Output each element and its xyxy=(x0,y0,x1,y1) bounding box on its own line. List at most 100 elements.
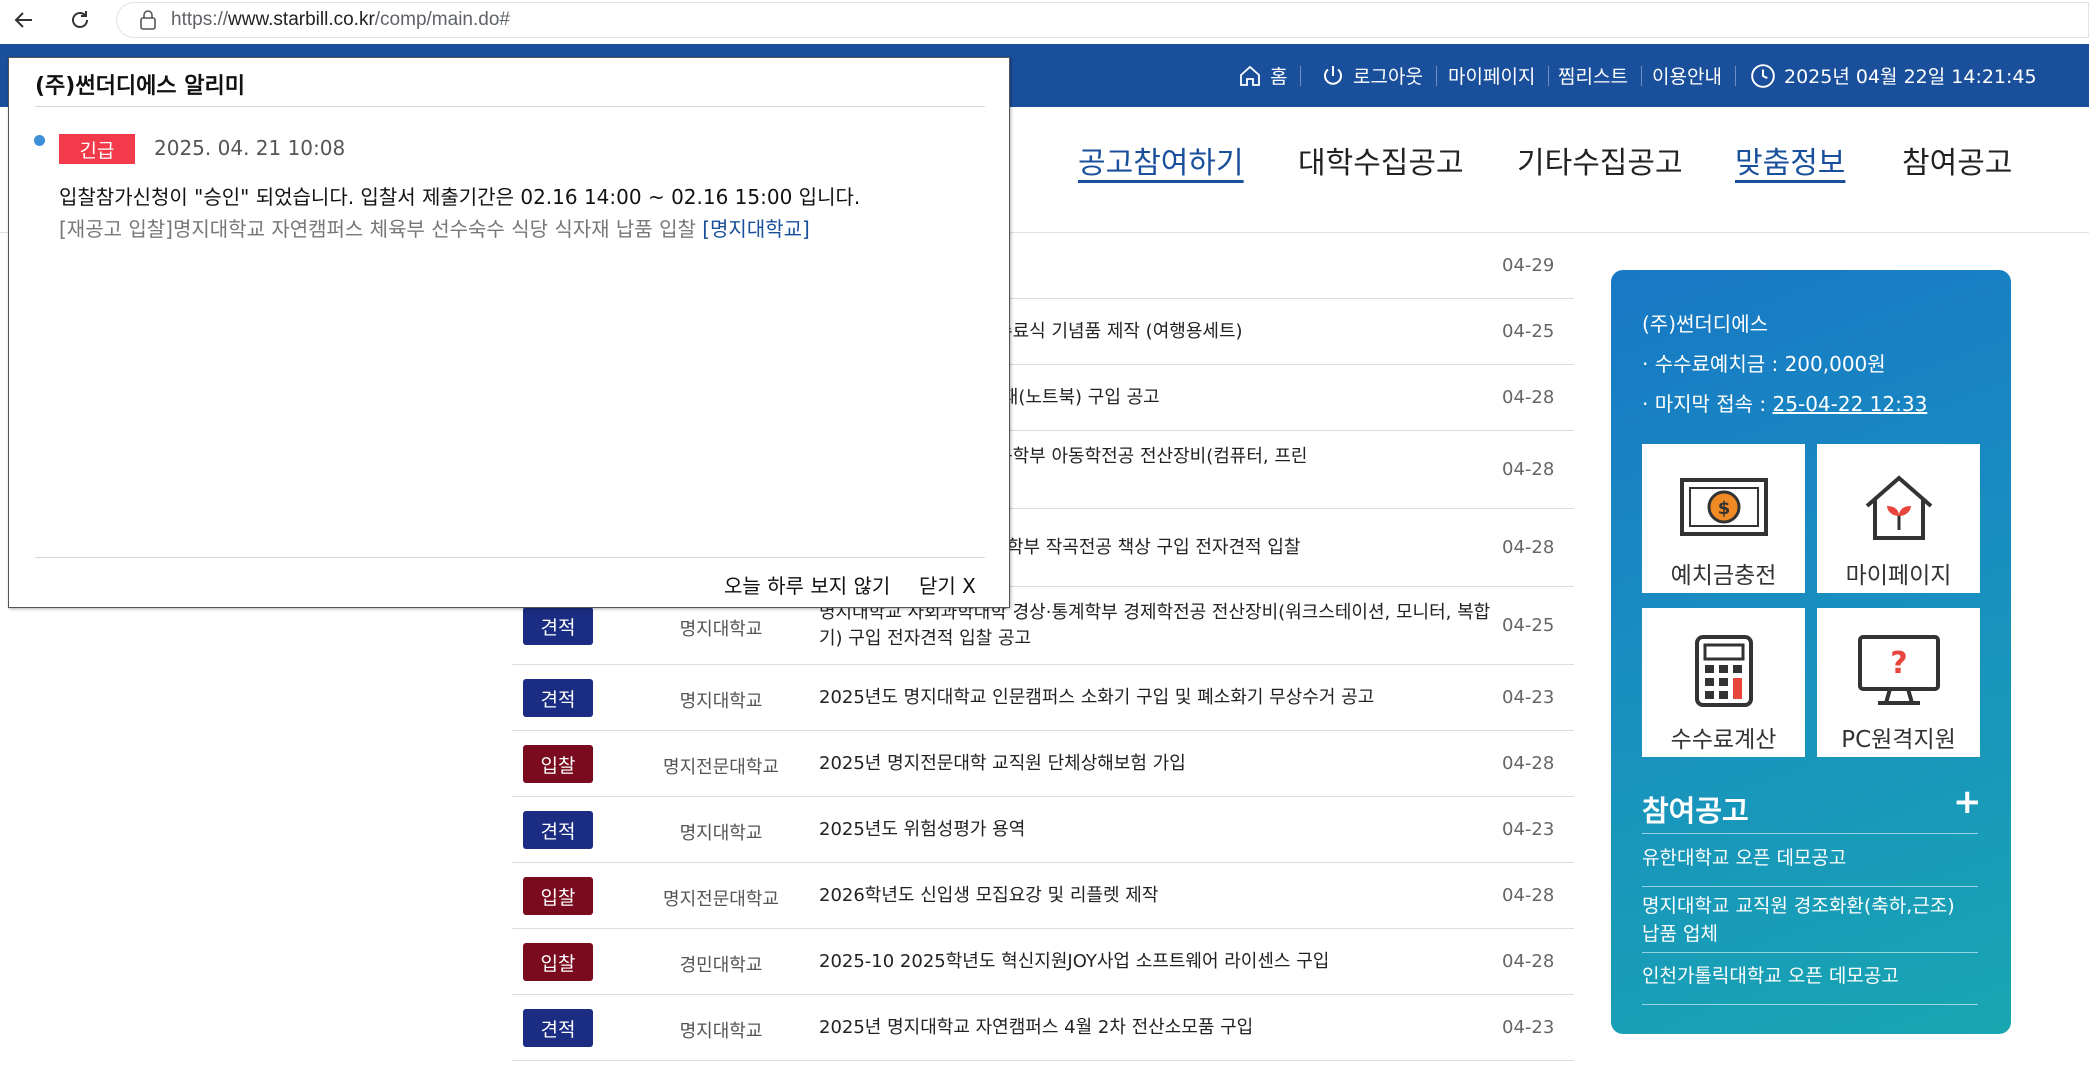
pc-remote-support-button[interactable]: ? PC원격지원 xyxy=(1817,608,1980,757)
mypage-label: 마이페이지 xyxy=(1448,66,1536,88)
account-panel: (주)썬더디에스 · 수수료예치금 : 200,000원 · 마지막 접속 : … xyxy=(1611,270,2011,1034)
fee-calculator-button[interactable]: 수수료계산 xyxy=(1642,608,1805,757)
notice-deadline: 04-28 xyxy=(1502,951,1555,972)
money-icon: $ xyxy=(1679,478,1768,536)
notice-title[interactable]: 2025년도 명지대학교 인문캠퍼스 소화기 구입 및 폐소화기 무상수거 공고 xyxy=(819,685,1424,711)
calculator-icon xyxy=(1694,635,1753,707)
notice-type-badge: 견적 xyxy=(523,1009,593,1047)
clock-icon xyxy=(1751,63,1775,88)
last-access-info: · 마지막 접속 : 25-04-22 12:33 xyxy=(1642,392,1928,416)
logout-link[interactable]: 로그아웃 xyxy=(1321,44,1437,107)
notice-title-line: 2025년도 위험성평가 용역 xyxy=(819,819,1026,840)
svg-text:$: $ xyxy=(1717,498,1730,519)
url-text: https://www.starbill.co.kr/comp/main.do# xyxy=(171,9,510,30)
notice-row[interactable]: 견적 명지대학교 2025년도 명지대학교 인문캠퍼스 소화기 구입 및 폐소화기 … xyxy=(512,665,1574,731)
notice-deadline: 04-28 xyxy=(1502,537,1555,558)
notification-message: 입찰참가신청이 "승인" 되었습니다. 입찰서 제출기간은 02.16 14:0… xyxy=(59,185,861,209)
guide-label: 이용안내 xyxy=(1652,66,1722,88)
monitor-question-icon: ? xyxy=(1857,635,1940,705)
last-access-value: 25-04-22 12:33 xyxy=(1772,392,1928,416)
popup-divider xyxy=(35,557,985,558)
back-button[interactable] xyxy=(6,4,42,36)
house-plant-icon xyxy=(1865,475,1932,540)
notice-institution: 명지전문대학교 xyxy=(663,889,779,910)
close-button[interactable]: 닫기 X xyxy=(919,570,976,599)
browser-toolbar: https://www.starbill.co.kr/comp/main.do# xyxy=(0,0,2089,40)
notice-row[interactable]: 입찰 명지전문대학교 2025년 명지전문대학 교직원 단체상해보험 가입 04-28 xyxy=(512,731,1574,797)
notice-row[interactable]: 입찰 경민대학교 2025-10 2025학년도 혁신지원JOY사업 소프트웨어 라… xyxy=(512,929,1574,995)
notice-institution: 명지대학교 xyxy=(679,1021,763,1042)
wishlist-link[interactable]: 찜리스트 xyxy=(1558,44,1642,107)
guide-link[interactable]: 이용안내 xyxy=(1652,44,1736,107)
divider xyxy=(1642,952,1978,953)
notice-row[interactable]: 견적 명지대학교 2025년 명지대학교 자연캠퍼스 4월 2차 전산소모품 구입 0… xyxy=(512,995,1574,1061)
notice-title-text: [재공고 입찰]명지대학교 자연캠퍼스 체육부 선수숙수 식당 식자재 납품 입… xyxy=(59,217,703,241)
lock-icon xyxy=(140,10,156,30)
menu-bid-participation[interactable]: 공고참여하기 xyxy=(1078,138,1244,182)
notice-type-badge: 입찰 xyxy=(523,745,593,783)
notice-row[interactable]: 입찰 명지전문대학교 2026학년도 신입생 모집요강 및 리플렛 제작 04-28 xyxy=(512,863,1574,929)
notice-title[interactable]: 2025년 명지전문대학 교직원 단체상해보험 가입 xyxy=(819,751,1424,777)
notice-title[interactable]: 2026학년도 신입생 모집요강 및 리플렛 제작 xyxy=(819,883,1424,909)
home-link[interactable]: 홈 xyxy=(1238,44,1302,107)
address-bar[interactable]: https://www.starbill.co.kr/comp/main.do# xyxy=(116,2,2089,38)
notice-title-line: 2025-10 2025학년도 혁신지원JOY사업 소프트웨어 라이센스 구입 xyxy=(819,951,1330,972)
popup-divider xyxy=(35,106,985,107)
unread-dot-icon xyxy=(34,135,45,146)
menu-university-notices[interactable]: 대학수집공고 xyxy=(1298,138,1464,182)
notice-deadline: 04-28 xyxy=(1502,387,1555,408)
divider xyxy=(1642,1004,1978,1005)
wishlist-label: 찜리스트 xyxy=(1558,66,1628,88)
notice-type-badge: 입찰 xyxy=(523,877,593,915)
current-datetime: 2025년 04월 22일 14:21:45 xyxy=(1750,44,2037,107)
popup-title: (주)썬더디에스 알리미 xyxy=(35,74,245,99)
notice-title-line: 기) 구입 전자견적 입찰 공고 xyxy=(819,628,1032,649)
mypage-link[interactable]: 마이페이지 xyxy=(1448,44,1550,107)
menu-participated-notices[interactable]: 참여공고 xyxy=(1902,138,2012,182)
menu-custom-info[interactable]: 맞춤정보 xyxy=(1735,138,1845,182)
notice-deadline: 04-23 xyxy=(1502,819,1555,840)
arrow-left-icon xyxy=(14,12,32,28)
svg-text:?: ? xyxy=(1890,646,1907,681)
notice-title-line: 2025년도 명지대학교 인문캠퍼스 소화기 구입 및 폐소화기 무상수거 공고 xyxy=(819,687,1375,708)
deposit-info: · 수수료예치금 : 200,000원 xyxy=(1642,352,1886,376)
datetime-text: 2025년 04월 22일 14:21:45 xyxy=(1784,66,2037,88)
fee-calculator-label: 수수료계산 xyxy=(1670,727,1777,753)
notice-deadline: 04-28 xyxy=(1502,885,1555,906)
deposit-charge-label: 예치금충전 xyxy=(1670,563,1777,589)
more-plus-button[interactable]: + xyxy=(1953,782,1982,822)
notice-type-badge: 입찰 xyxy=(523,943,593,981)
reload-icon xyxy=(72,11,88,28)
notice-title-line: 2025년 명지전문대학 교직원 단체상해보험 가입 xyxy=(819,753,1186,774)
mypage-button-label: 마이페이지 xyxy=(1845,563,1952,589)
notice-title[interactable]: 2025년도 위험성평가 용역 xyxy=(819,817,1424,843)
notice-deadline: 04-25 xyxy=(1502,615,1555,636)
participated-notice-item[interactable]: 명지대학교 교직원 경조화환(축하,근조) 납품 업체 xyxy=(1642,892,1978,948)
notice-title-line: 2025년 명지대학교 자연캠퍼스 4월 2차 전산소모품 구입 xyxy=(819,1017,1254,1038)
notice-deadline: 04-23 xyxy=(1502,687,1555,708)
notice-institution: 경민대학교 xyxy=(679,955,763,976)
deposit-charge-button[interactable]: $ 예치금충전 xyxy=(1642,444,1805,593)
mypage-button[interactable]: 마이페이지 xyxy=(1817,444,1980,593)
participated-notice-item[interactable]: 인천가톨릭대학교 오픈 데모공고 xyxy=(1642,962,1978,990)
notice-deadline: 04-28 xyxy=(1502,459,1555,480)
institution-link[interactable]: [명지대학교] xyxy=(702,217,810,241)
notice-title[interactable]: 2025년 명지대학교 자연캠퍼스 4월 2차 전산소모품 구입 xyxy=(819,1015,1424,1041)
participated-notice-item[interactable]: 유한대학교 오픈 데모공고 xyxy=(1642,844,1978,872)
notice-title-line: 2026학년도 신입생 모집요강 및 리플렛 제작 xyxy=(819,885,1159,906)
divider xyxy=(1642,833,1978,834)
notice-deadline: 04-29 xyxy=(1502,255,1555,276)
notice-title[interactable]: 2025-10 2025학년도 혁신지원JOY사업 소프트웨어 라이센스 구입 xyxy=(819,949,1424,975)
notice-deadline: 04-25 xyxy=(1502,321,1555,342)
notice-type-badge: 견적 xyxy=(523,811,593,849)
notification-popup: (주)썬더디에스 알리미 긴급 2025. 04. 21 10:08 입찰참가신… xyxy=(8,57,1010,608)
pc-remote-support-label: PC원격지원 xyxy=(1841,727,1956,753)
participated-notices-title: 참여공고 xyxy=(1642,794,1749,828)
reload-button[interactable] xyxy=(62,4,98,36)
hide-today-button[interactable]: 오늘 하루 보지 않기 xyxy=(724,570,890,599)
notice-institution: 명지대학교 xyxy=(679,823,763,844)
menu-other-notices[interactable]: 기타수집공고 xyxy=(1517,138,1683,182)
notification-notice-link[interactable]: [재공고 입찰]명지대학교 자연캠퍼스 체육부 선수숙수 식당 식자재 납품 입… xyxy=(59,213,810,242)
notice-row[interactable]: 견적 명지대학교 2025년도 위험성평가 용역 04-23 xyxy=(512,797,1574,863)
urgent-badge: 긴급 xyxy=(59,134,135,164)
